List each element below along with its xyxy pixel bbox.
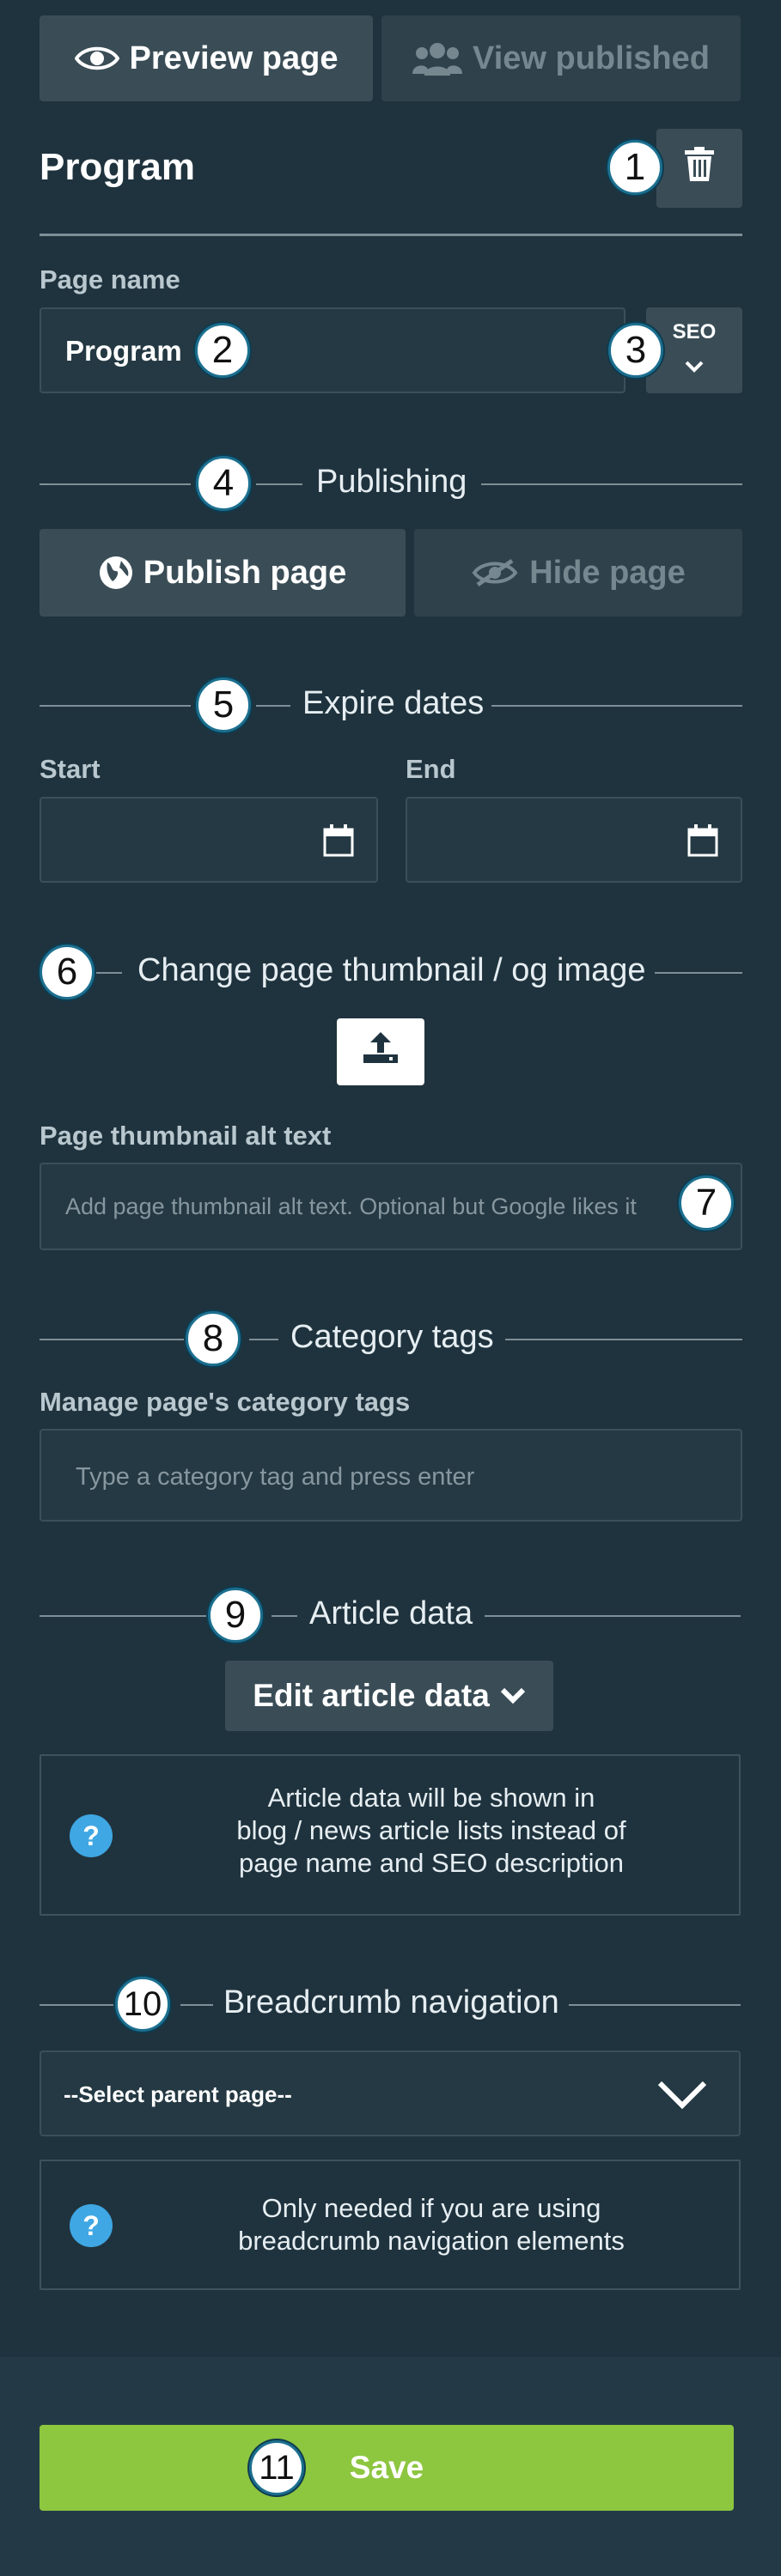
view-published-label: View published [473, 39, 710, 76]
start-date-label: Start [40, 754, 101, 784]
category-tag-placeholder: Type a category tag and press enter [76, 1463, 475, 1491]
publishing-divider-right [481, 483, 742, 485]
publishing-divider-left [40, 483, 191, 485]
publishing-divider-mid [256, 483, 302, 485]
chevron-down-icon [656, 2080, 708, 2115]
calendar-icon[interactable] [323, 824, 354, 861]
tags-divider-mid [249, 1339, 278, 1340]
publishing-title: Publishing [316, 464, 467, 500]
eye-slash-icon [471, 557, 519, 588]
page-name-value: Program [65, 335, 182, 367]
annotation-badge-3: 3 [608, 323, 663, 378]
article-info-line-3: page name and SEO description [238, 1848, 625, 1878]
annotation-badge-6: 6 [40, 945, 95, 999]
preview-page-button[interactable]: Preview page [40, 15, 373, 101]
upload-thumbnail-button[interactable] [337, 1018, 424, 1085]
hide-page-label: Hide page [529, 554, 686, 591]
annotation-badge-11: 11 [249, 2440, 304, 2495]
thumbnail-title: Change page thumbnail / og image [137, 952, 646, 988]
eye-icon [74, 44, 119, 73]
page-title: Program [40, 146, 195, 188]
publish-page-button[interactable]: Publish page [40, 529, 406, 617]
preview-page-label: Preview page [129, 39, 339, 76]
breadcrumb-divider-left [40, 2004, 115, 2006]
edit-article-data-button[interactable]: Edit article data [225, 1661, 553, 1731]
annotation-badge-4: 4 [196, 456, 251, 511]
breadcrumb-divider-mid [180, 2004, 213, 2006]
article-info-line-1: Article data will be shown in [267, 1783, 595, 1813]
question-icon: ? [70, 2204, 113, 2247]
end-date-label: End [406, 754, 456, 784]
breadcrumb-title: Breadcrumb navigation [223, 1984, 559, 2020]
tags-divider-right [505, 1339, 742, 1340]
tags-divider-left [40, 1339, 186, 1340]
thumbnail-divider-right [655, 972, 742, 974]
thumbnail-divider-left [96, 972, 122, 974]
article-divider-right [485, 1615, 741, 1617]
page-name-input[interactable]: Program [40, 307, 625, 393]
question-icon: ? [70, 1814, 113, 1857]
end-date-input[interactable] [406, 797, 742, 883]
view-published-button[interactable]: View published [381, 15, 741, 101]
expire-divider-mid [256, 705, 290, 707]
save-button[interactable]: Save [40, 2425, 734, 2511]
chevron-down-icon [685, 344, 704, 381]
expire-divider-right [491, 705, 742, 707]
calendar-icon[interactable] [687, 824, 718, 861]
users-icon [412, 41, 463, 76]
parent-page-value: --Select parent page-- [64, 2081, 292, 2107]
article-info-line-2: blog / news article lists instead of [236, 1815, 626, 1845]
breadcrumb-divider-right [569, 2004, 741, 2006]
annotation-badge-2: 2 [195, 323, 250, 378]
upload-icon [363, 1032, 398, 1072]
publish-page-label: Publish page [143, 554, 347, 591]
article-divider-left [40, 1615, 208, 1617]
article-divider-mid [272, 1615, 297, 1617]
breadcrumb-info-text: Only needed if you are using breadcrumb … [144, 2192, 718, 2257]
annotation-badge-8: 8 [186, 1311, 241, 1366]
tags-title: Category tags [290, 1319, 494, 1355]
category-tag-input[interactable]: Type a category tag and press enter [40, 1429, 742, 1522]
globe-icon [99, 556, 133, 590]
delete-button[interactable] [656, 129, 742, 208]
parent-page-select[interactable]: --Select parent page-- [40, 2050, 741, 2136]
chevron-down-icon [500, 1687, 526, 1704]
seo-label: SEO [672, 319, 717, 343]
article-info-text: Article data will be shown in blog / new… [144, 1782, 718, 1880]
breadcrumb-info-box: ? Only needed if you are using breadcrum… [40, 2160, 741, 2290]
save-label: Save [349, 2450, 424, 2485]
annotation-badge-5: 5 [196, 677, 251, 732]
trash-icon [685, 147, 714, 190]
article-info-box: ? Article data will be shown in blog / n… [40, 1754, 741, 1916]
breadcrumb-info-line-1: Only needed if you are using [261, 2193, 601, 2223]
annotation-badge-9: 9 [208, 1588, 263, 1643]
article-title: Article data [309, 1595, 473, 1631]
expire-divider-left [40, 705, 191, 707]
annotation-badge-1: 1 [607, 140, 662, 195]
thumbnail-alt-input[interactable]: Add page thumbnail alt text. Optional bu… [40, 1163, 742, 1250]
tags-label: Manage page's category tags [40, 1387, 411, 1417]
breadcrumb-info-line-2: breadcrumb navigation elements [238, 2226, 625, 2256]
thumbnail-alt-label: Page thumbnail alt text [40, 1121, 332, 1151]
header-divider [40, 234, 742, 236]
annotation-badge-10: 10 [115, 1977, 170, 2032]
edit-article-data-label: Edit article data [253, 1678, 490, 1713]
hide-page-button[interactable]: Hide page [414, 529, 742, 617]
annotation-badge-7: 7 [679, 1176, 734, 1230]
expire-title: Expire dates [302, 685, 485, 721]
page-name-label: Page name [40, 264, 180, 295]
start-date-input[interactable] [40, 797, 378, 883]
thumbnail-alt-placeholder: Add page thumbnail alt text. Optional bu… [65, 1194, 637, 1219]
